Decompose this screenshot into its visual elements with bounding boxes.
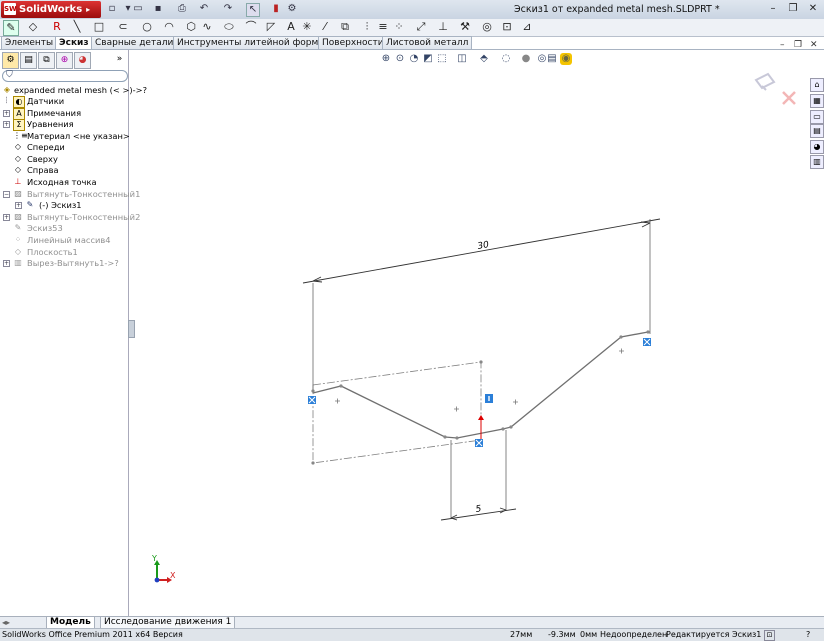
status-bar: SolidWorks Office Premium 2011 x64 Верси…: [0, 628, 824, 641]
reference-triad-icon: Y X: [151, 554, 176, 583]
construction-rectangle[interactable]: [312, 361, 482, 464]
dimension-5[interactable]: 5: [440, 504, 517, 521]
status-z-coordinate: 0мм: [580, 630, 598, 639]
scroll-left-icon[interactable]: ◂▸: [2, 618, 10, 627]
dimension-value-30[interactable]: 30: [477, 240, 490, 252]
status-sketch-state: Недоопределен: [600, 630, 668, 639]
sketch-origin-icon: [478, 415, 484, 440]
status-x-coordinate: 27мм: [510, 630, 533, 639]
status-y-coordinate: -9.3мм: [548, 630, 576, 639]
dimension-value-5[interactable]: 5: [475, 504, 482, 515]
triad-y-label: Y: [151, 554, 157, 563]
confirm-exit-sketch-icon[interactable]: [754, 72, 776, 91]
cancel-sketch-icon[interactable]: [782, 91, 796, 105]
status-version: SolidWorks Office Premium 2011 x64 Верси…: [2, 630, 183, 639]
help-icon[interactable]: ?: [806, 629, 810, 641]
triad-x-label: X: [170, 571, 176, 580]
center-marks: [335, 348, 624, 412]
graphics-area[interactable]: 30 5 Y X: [0, 0, 824, 640]
dimension-30[interactable]: 30: [302, 218, 661, 284]
rebuild-status-icon[interactable]: ⊡: [764, 630, 775, 641]
status-editing: Редактируется Эскиз1: [666, 630, 762, 639]
